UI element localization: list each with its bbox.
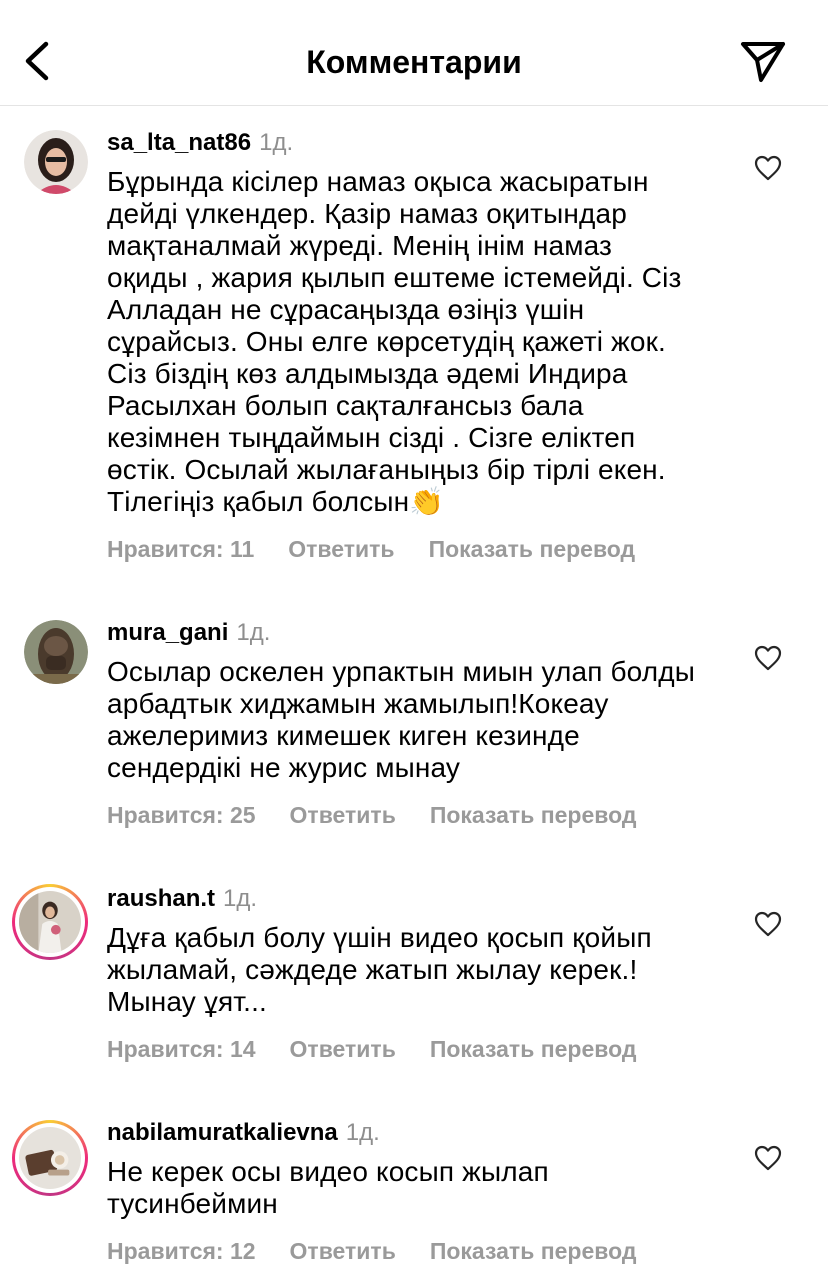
likes-count[interactable]: Нравится: 12 xyxy=(107,1238,256,1264)
likes-count[interactable]: Нравится: 14 xyxy=(107,1036,256,1062)
comment-meta: mura_gani 1д. xyxy=(107,618,270,648)
heart-icon xyxy=(754,645,782,671)
avatar[interactable] xyxy=(24,620,88,684)
comment-line: Осылар оскелен урпактын миын улап болды xyxy=(107,656,695,687)
comment-line: тусинбеймин xyxy=(107,1188,278,1219)
comment-actions: Нравится: 12 Ответить Показать перевод xyxy=(107,1236,670,1266)
comment-actions: Нравится: 14 Ответить Показать перевод xyxy=(107,1034,670,1064)
comment-text: Осылар оскелен урпактын миын улап болды … xyxy=(107,656,737,784)
translate-button[interactable]: Показать перевод xyxy=(430,1036,637,1062)
comment-line: ажелеримиз кимешек киген кезинде xyxy=(107,720,580,751)
likes-count[interactable]: Нравится: 11 xyxy=(107,536,254,562)
comment-meta: sa_lta_nat86 1д. xyxy=(107,128,293,158)
comment-text: Дұға қабыл болу үшін видео қосып қойып ж… xyxy=(107,922,737,1018)
comment-text: Не керек осы видео косып жылап тусинбейм… xyxy=(107,1156,737,1220)
timestamp: 1д. xyxy=(259,129,294,156)
comment-text: Бұрында кісілер намаз оқыса жасыратын де… xyxy=(107,166,737,518)
comment-line: Сіз біздің көз алдымызда әдемі Индира xyxy=(107,358,628,389)
heart-icon xyxy=(754,1145,782,1171)
comment-meta: raushan.t 1д. xyxy=(107,884,257,914)
comment-line: Не керек осы видео косып жылап xyxy=(107,1156,549,1187)
reply-button[interactable]: Ответить xyxy=(288,536,394,562)
comment-line: Тілегіңіз қабыл болсын xyxy=(107,486,410,517)
username[interactable]: sa_lta_nat86 xyxy=(107,129,251,156)
like-button[interactable] xyxy=(754,155,782,181)
reply-button[interactable]: Ответить xyxy=(290,1036,396,1062)
avatar[interactable] xyxy=(24,130,88,194)
heart-icon xyxy=(754,155,782,181)
timestamp: 1д. xyxy=(345,1119,380,1146)
comment-line: кезімнен тыңдаймын сізді . Сізге еліктеп xyxy=(107,422,636,453)
comment-meta: nabilamuratkalievna 1д. xyxy=(107,1118,380,1148)
like-button[interactable] xyxy=(754,1145,782,1171)
paper-plane-icon xyxy=(741,42,785,82)
comment-line: дейді үлкендер. Қазір намаз оқитындар xyxy=(107,198,627,229)
comment-line: Расылхан болып сақталғансыз бала xyxy=(107,390,584,421)
comment-line: сұрайсыз. Оны елге көрсетудің қажеті жок… xyxy=(107,326,666,357)
like-button[interactable] xyxy=(754,645,782,671)
username[interactable]: mura_gani xyxy=(107,619,228,646)
timestamp: 1д. xyxy=(223,885,258,912)
clapping-hands-emoji: 👏 xyxy=(409,486,445,517)
timestamp: 1д. xyxy=(236,619,271,646)
comment-line: мақтаналмай жүреді. Менің інім намаз xyxy=(107,230,612,261)
page-title: Комментарии xyxy=(306,44,522,80)
comment-line: арбадтык хиджамын жамылып!Кокеау xyxy=(107,688,609,719)
comment-line: Дұға қабыл болу үшін видео қосып қойып xyxy=(107,922,652,953)
username[interactable]: raushan.t xyxy=(107,885,215,912)
username[interactable]: nabilamuratkalievna xyxy=(107,1119,338,1146)
likes-count[interactable]: Нравится: 25 xyxy=(107,802,256,828)
comment-line: өстік. Осылай жылағаныңыз бір тірлі екен… xyxy=(107,454,666,485)
comment-line: жыламай, сәждеде жатып жылау керек.! xyxy=(107,954,638,985)
heart-icon xyxy=(754,911,782,937)
translate-button[interactable]: Показать перевод xyxy=(430,802,637,828)
avatar-story-ring[interactable] xyxy=(12,1120,88,1196)
top-bar: Комментарии xyxy=(0,0,828,106)
comment-line: оқиды , жария қылып ештеме істемейді. Сі… xyxy=(107,262,682,293)
comment-actions: Нравится: 25 Ответить Показать перевод xyxy=(107,800,670,830)
avatar-story-ring[interactable] xyxy=(12,884,88,960)
comment-line: Мынау ұят... xyxy=(107,986,267,1017)
reply-button[interactable]: Ответить xyxy=(290,802,396,828)
reply-button[interactable]: Ответить xyxy=(290,1238,396,1264)
comment-line: Бұрында кісілер намаз оқыса жасыратын xyxy=(107,166,649,197)
comment-line: Алладан не сұрасаңызда өзіңіз үшін xyxy=(107,294,585,325)
translate-button[interactable]: Показать перевод xyxy=(429,536,636,562)
share-button[interactable] xyxy=(736,36,790,86)
like-button[interactable] xyxy=(754,911,782,937)
comment-line: сендердікі не журис мынау xyxy=(107,752,461,783)
comment-actions: Нравится: 11 Ответить Показать перевод xyxy=(107,534,669,564)
translate-button[interactable]: Показать перевод xyxy=(430,1238,637,1264)
